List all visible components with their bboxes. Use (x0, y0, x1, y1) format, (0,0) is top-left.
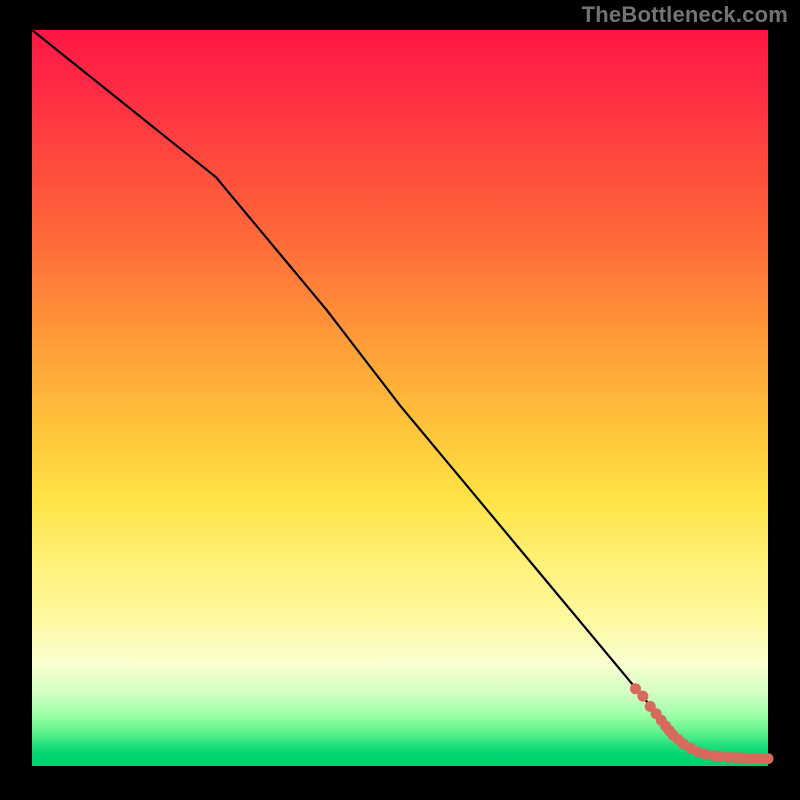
data-point (637, 691, 648, 702)
data-points-group (630, 683, 774, 764)
bottleneck-curve (32, 30, 768, 759)
plot-area (32, 30, 768, 766)
attribution-label: TheBottleneck.com (582, 2, 788, 28)
chart-frame: TheBottleneck.com (0, 0, 800, 800)
data-point (763, 753, 774, 764)
chart-overlay (32, 30, 768, 766)
